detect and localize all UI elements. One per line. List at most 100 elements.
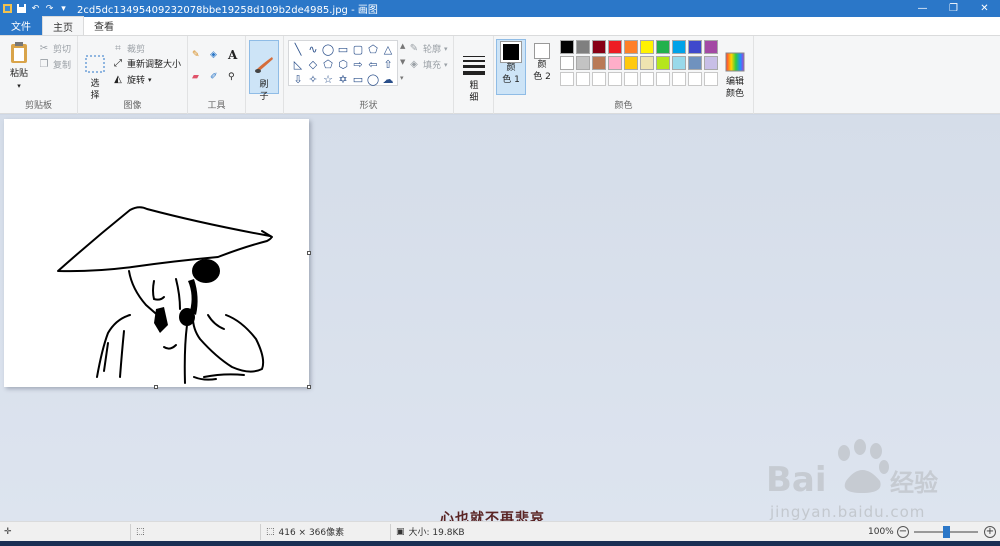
- down-arrow-shape-icon[interactable]: ⇩: [291, 72, 305, 86]
- pentagon-shape-icon[interactable]: ⬠: [321, 57, 335, 71]
- tab-view[interactable]: 查看: [84, 16, 124, 35]
- color-swatch[interactable]: [576, 56, 590, 70]
- color-swatch[interactable]: [608, 56, 622, 70]
- triangle-shape-icon[interactable]: △: [381, 42, 395, 56]
- oval-callout-shape-icon[interactable]: ◯: [366, 72, 380, 86]
- undo-icon[interactable]: ↶: [30, 3, 41, 14]
- color-swatch[interactable]: [672, 56, 686, 70]
- fill-bucket-icon[interactable]: ◈: [210, 50, 217, 60]
- diamond-shape-icon[interactable]: ◇: [306, 57, 320, 71]
- restore-button[interactable]: ❐: [938, 0, 969, 17]
- minimize-button[interactable]: —: [907, 0, 938, 17]
- color-swatch[interactable]: [688, 56, 702, 70]
- hexagon-shape-icon[interactable]: ⬡: [336, 57, 350, 71]
- color-swatch[interactable]: [560, 72, 574, 86]
- resize-handle-bottom[interactable]: [154, 385, 158, 389]
- zoom-in-button[interactable]: +: [984, 525, 996, 538]
- color-swatch[interactable]: [608, 40, 622, 54]
- color-swatch[interactable]: [576, 40, 590, 54]
- close-button[interactable]: ✕: [969, 0, 1000, 17]
- copy-icon: ❐: [39, 59, 49, 70]
- tab-home[interactable]: 主页: [42, 16, 84, 35]
- rounded-callout-shape-icon[interactable]: ▭: [351, 72, 365, 86]
- brushes-button[interactable]: 刷 子: [249, 40, 279, 102]
- four-point-star-shape-icon[interactable]: ✧: [306, 72, 320, 86]
- line-shape-icon[interactable]: ╲: [291, 42, 305, 56]
- baidu-watermark-logo: Bai 经验: [764, 437, 954, 502]
- customize-toolbar-icon[interactable]: ▾: [58, 3, 69, 14]
- crop-button[interactable]: ⌗ 裁剪: [112, 42, 145, 55]
- color-swatch[interactable]: [672, 40, 686, 54]
- curve-shape-icon[interactable]: ∿: [306, 42, 320, 56]
- color1-button[interactable]: 颜 色 1: [496, 39, 526, 95]
- resize-button[interactable]: ⤢ 重新调整大小: [112, 57, 181, 70]
- dimensions-icon: ⬚: [266, 526, 275, 537]
- color-swatch[interactable]: [688, 72, 702, 86]
- color-swatch[interactable]: [608, 72, 622, 86]
- ribbon-tabs: 文件 主页 查看 ⌄ ?: [0, 16, 1000, 46]
- select-button[interactable]: 选 择: [82, 42, 108, 102]
- copy-button[interactable]: ❐ 复制: [38, 58, 72, 71]
- color-picker-icon[interactable]: ✐: [210, 72, 218, 82]
- pencil-icon[interactable]: ✎: [192, 50, 200, 60]
- color-swatch[interactable]: [624, 40, 638, 54]
- eraser-icon[interactable]: ▰: [192, 72, 199, 82]
- zoom-slider-thumb[interactable]: [943, 526, 950, 538]
- paste-button[interactable]: 粘贴 ▾: [6, 40, 32, 92]
- fill-button[interactable]: ◈ 填充 ▾: [408, 58, 447, 71]
- cloud-callout-shape-icon[interactable]: ☁: [381, 72, 395, 86]
- redo-icon[interactable]: ↷: [44, 3, 55, 14]
- color-swatch[interactable]: [640, 56, 654, 70]
- color-swatch[interactable]: [576, 72, 590, 86]
- text-icon[interactable]: A: [228, 48, 237, 62]
- resize-handle-right[interactable]: [307, 251, 311, 255]
- drawing-canvas[interactable]: [4, 119, 309, 387]
- color-swatch[interactable]: [704, 56, 718, 70]
- rectangle-shape-icon[interactable]: ▭: [336, 42, 350, 56]
- color-swatch[interactable]: [560, 56, 574, 70]
- five-point-star-shape-icon[interactable]: ☆: [321, 72, 335, 86]
- save-icon[interactable]: [16, 3, 27, 14]
- left-arrow-shape-icon[interactable]: ⇦: [366, 57, 380, 71]
- edit-colors-button[interactable]: 编辑 颜色: [720, 40, 750, 100]
- color-swatch[interactable]: [640, 40, 654, 54]
- outline-button[interactable]: ✎ 轮廓 ▾: [408, 42, 448, 55]
- color-swatch[interactable]: [624, 72, 638, 86]
- rotate-button[interactable]: ◭ 旋转 ▾: [112, 73, 151, 86]
- rounded-rectangle-shape-icon[interactable]: ▢: [351, 42, 365, 56]
- color-swatch[interactable]: [592, 72, 606, 86]
- color-swatch[interactable]: [592, 40, 606, 54]
- right-arrow-shape-icon[interactable]: ⇨: [351, 57, 365, 71]
- color-swatch[interactable]: [688, 40, 702, 54]
- color-swatch[interactable]: [640, 72, 654, 86]
- tab-file[interactable]: 文件: [0, 16, 42, 35]
- shapes-expand-icon[interactable]: ▾: [400, 74, 404, 82]
- dimensions-text: 416 × 366像素: [278, 528, 345, 538]
- color2-button[interactable]: 颜 色 2: [528, 41, 556, 83]
- color-swatch[interactable]: [704, 40, 718, 54]
- color-swatch[interactable]: [704, 72, 718, 86]
- color-swatch[interactable]: [560, 40, 574, 54]
- resize-handle-corner[interactable]: [307, 385, 311, 389]
- polygon-shape-icon[interactable]: ⬠: [366, 42, 380, 56]
- edit-colors-label: 编辑 颜色: [725, 77, 744, 99]
- shapes-scroll-up-icon[interactable]: ▲: [400, 42, 405, 50]
- color-swatch[interactable]: [656, 72, 670, 86]
- size-button[interactable]: 粗 细: [459, 42, 489, 104]
- cut-button[interactable]: ✂ 剪切: [38, 42, 71, 55]
- right-triangle-shape-icon[interactable]: ◺: [291, 57, 305, 71]
- zoom-out-button[interactable]: −: [897, 525, 909, 538]
- shapes-scroll-down-icon[interactable]: ▼: [400, 58, 405, 66]
- color-swatch[interactable]: [656, 56, 670, 70]
- up-arrow-shape-icon[interactable]: ⇧: [381, 57, 395, 71]
- six-point-star-shape-icon[interactable]: ✡: [336, 72, 350, 86]
- color-swatch[interactable]: [592, 56, 606, 70]
- magnifier-icon[interactable]: ⚲: [228, 72, 235, 82]
- color-swatch[interactable]: [624, 56, 638, 70]
- zoom-level: 100%: [868, 526, 894, 537]
- oval-shape-icon[interactable]: ◯: [321, 42, 335, 56]
- paint-app-icon[interactable]: [2, 3, 13, 14]
- color-swatch[interactable]: [656, 40, 670, 54]
- color-swatch[interactable]: [672, 72, 686, 86]
- sketch-drawing: [57, 206, 273, 384]
